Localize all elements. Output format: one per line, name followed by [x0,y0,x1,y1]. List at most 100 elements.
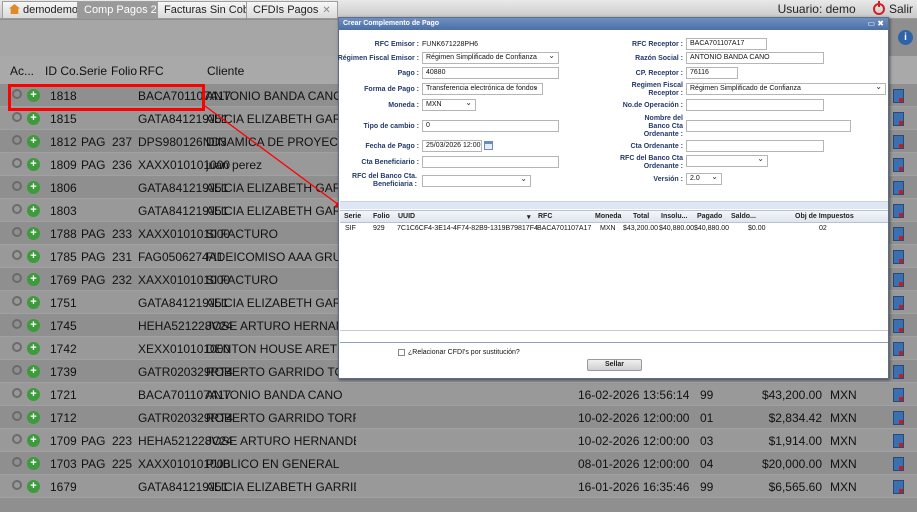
add-icon[interactable]: + [27,457,40,470]
search-icon[interactable] [12,457,22,467]
search-icon[interactable] [12,434,22,444]
col-folio[interactable]: Folio [111,64,137,78]
table-row[interactable]: +1703 PAG 225 XAXX010101000 PUBLICO EN GENER… [0,452,917,475]
cta-beneficiario-input[interactable] [422,156,559,168]
fecha-pago-input[interactable]: 25/03/2026 12:00 [422,140,482,152]
forma-pago-select[interactable]: Transferencia electrónica de fondos [422,83,543,95]
search-icon[interactable] [12,319,22,329]
search-icon[interactable] [12,204,22,214]
sellar-button[interactable]: Sellar [587,359,642,371]
regimen-receptor-select[interactable]: Régimen Simplificado de Confianza [686,83,886,95]
pdf-icon[interactable] [893,388,904,402]
grid-col-insoluto[interactable]: Insolu... [661,213,687,220]
version-select[interactable]: 2.0 [686,173,722,185]
pdf-icon[interactable] [893,365,904,379]
table-row[interactable]: +1709 PAG 223 HEHA521228V24 JOSE ARTURO HERN… [0,429,917,452]
search-icon[interactable] [12,480,22,490]
add-icon[interactable]: + [27,181,40,194]
grid-col-rfc[interactable]: RFC [538,213,552,220]
pdf-icon[interactable] [893,457,904,471]
grid-col-serie[interactable]: Serie [344,213,361,220]
close-icon[interactable]: ✕ [322,5,330,16]
add-icon[interactable]: + [27,204,40,217]
cell-total: $43,200.00 [761,388,822,402]
grid-col-total[interactable]: Total [633,213,649,220]
add-icon[interactable]: + [27,158,40,171]
dialog-controls[interactable]: ▭ ✖ [868,18,884,30]
tab-cfdis-pagos[interactable]: CFDIs Pagos ✕ [246,1,338,18]
grid-col-obj-impuestos[interactable]: Obj de Impuestos [795,213,854,220]
search-icon[interactable] [12,296,22,306]
pdf-icon[interactable] [893,296,904,310]
table-row[interactable]: +1721 BACA701107A17 ANTONIO BANDA CANO 16-0… [0,383,917,406]
razon-social-input[interactable]: ANTONIO BANDA CANO [686,52,824,64]
grid-col-uuid[interactable]: UUID [398,213,415,220]
add-icon[interactable]: + [27,112,40,125]
grid-col-folio[interactable]: Folio [373,213,390,220]
logout-link[interactable]: Salir [889,2,913,16]
pago-input[interactable]: 40880 [422,67,559,79]
pdf-icon[interactable] [893,342,904,356]
table-row[interactable]: +1679 GATA841219J51 ALICIA ELIZABETH GARRI… [0,475,917,498]
col-cliente[interactable]: Cliente [207,64,244,78]
search-icon[interactable] [12,227,22,237]
add-icon[interactable]: + [27,273,40,286]
pdf-icon[interactable] [893,181,904,195]
pdf-icon[interactable] [893,89,904,103]
rfc-banco-ordenante-select[interactable] [686,155,768,167]
add-icon[interactable]: + [27,250,40,263]
rfc-banco-beneficiaria-select[interactable] [422,175,531,187]
grid-col-moneda[interactable]: Moneda [595,213,621,220]
nombre-banco-input[interactable] [686,120,851,132]
pdf-icon[interactable] [893,135,904,149]
add-icon[interactable]: + [27,434,40,447]
tipo-cambio-input[interactable]: 0 [422,120,559,132]
pdf-icon[interactable] [893,434,904,448]
regimen-emisor-select[interactable]: Régimen Simplificado de Confianza [422,52,559,64]
add-icon[interactable]: + [27,411,40,424]
add-icon[interactable]: + [27,296,40,309]
pdf-icon[interactable] [893,112,904,126]
relacionar-checkbox[interactable] [398,349,405,356]
search-icon[interactable] [12,411,22,421]
pdf-icon[interactable] [893,158,904,172]
table-row[interactable]: +1712GATR020329RT4ROBERTO GARRIDO TORRES… [0,406,917,429]
add-icon[interactable]: + [27,480,40,493]
pdf-icon[interactable] [893,204,904,218]
add-icon[interactable]: + [27,342,40,355]
search-icon[interactable] [12,112,22,122]
grid-col-saldo[interactable]: Saldo... [731,213,756,220]
add-icon[interactable]: + [27,135,40,148]
calendar-icon[interactable] [484,141,493,150]
pdf-icon[interactable] [893,227,904,241]
search-icon[interactable] [12,365,22,375]
add-icon[interactable]: + [27,365,40,378]
pdf-icon[interactable] [893,273,904,287]
pdf-icon[interactable] [893,411,904,425]
moneda-select[interactable]: MXN [422,99,476,111]
add-icon[interactable]: + [27,388,40,401]
cta-ordenante-input[interactable] [686,140,824,152]
sort-icon[interactable]: ▾ [527,213,531,221]
info-icon[interactable]: i [898,30,913,45]
pdf-icon[interactable] [893,319,904,333]
no-operacion-input[interactable] [686,99,824,111]
pdf-icon[interactable] [893,480,904,494]
power-icon[interactable] [872,1,885,15]
search-icon[interactable] [12,181,22,191]
search-icon[interactable] [12,273,22,283]
search-icon[interactable] [12,342,22,352]
add-icon[interactable]: + [27,319,40,332]
search-icon[interactable] [12,158,22,168]
search-icon[interactable] [12,250,22,260]
col-acciones[interactable]: Ac... [10,64,34,78]
cp-receptor-input[interactable]: 76116 [686,67,738,79]
grid-col-pagado[interactable]: Pagado [697,213,722,220]
search-icon[interactable] [12,388,22,398]
search-icon[interactable] [12,135,22,145]
pdf-icon[interactable] [893,250,904,264]
col-rfc[interactable]: RFC [139,64,164,78]
add-icon[interactable]: + [27,227,40,240]
rfc-receptor-input[interactable]: BACA701107A17 [686,38,767,50]
col-serie[interactable]: Serie [79,64,107,78]
